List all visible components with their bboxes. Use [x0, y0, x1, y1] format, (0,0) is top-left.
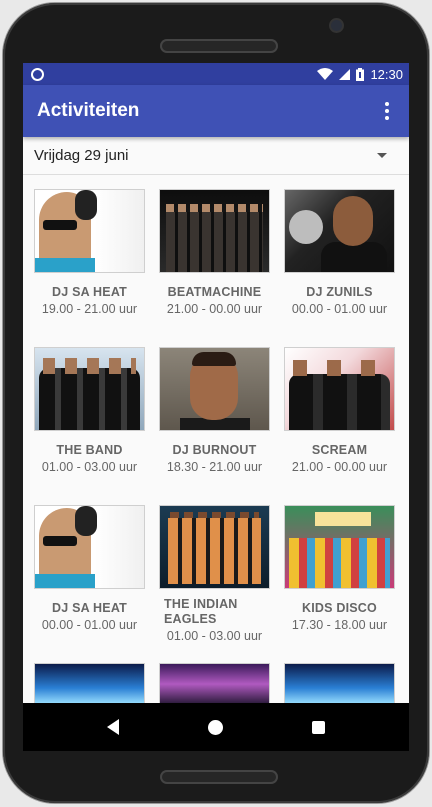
activity-name: DJ SA HEAT	[52, 601, 127, 615]
top-speaker	[160, 39, 278, 53]
activity-time: 18.30 - 21.00 uur	[166, 460, 263, 474]
activity-name: DJ ZUNILS	[306, 285, 373, 299]
activity-image	[284, 347, 395, 431]
activity-name: THE BAND	[56, 443, 123, 457]
wifi-icon	[317, 68, 334, 80]
nav-home-icon[interactable]	[207, 719, 223, 735]
date-selector[interactable]: Vrijdag 29 juni	[23, 137, 409, 175]
activity-image	[284, 505, 395, 589]
activity-time: 21.00 - 00.00 uur	[166, 302, 263, 316]
activity-card[interactable]: SCREAM 21.00 - 00.00 uur	[277, 347, 402, 505]
nav-recents-icon[interactable]	[311, 720, 325, 734]
arrow-drop-down-icon[interactable]	[377, 153, 387, 158]
activity-image	[159, 347, 270, 431]
activity-card[interactable]: THE BAND 01.00 - 03.00 uur	[27, 347, 152, 505]
date-selector-value: Vrijdag 29 juni	[34, 147, 129, 164]
activity-image	[159, 505, 270, 589]
activity-card[interactable]: BEATMACHINE 21.00 - 00.00 uur	[152, 189, 277, 347]
activity-name: SCREAM	[311, 443, 368, 457]
activity-image	[34, 189, 145, 273]
activity-name: DJ BURNOUT	[172, 443, 257, 457]
activity-card[interactable]: THE INDIAN EAGLES 01.00 - 03.00 uur	[152, 505, 277, 663]
activity-card[interactable]: DJ BURNOUT 18.30 - 21.00 uur	[152, 347, 277, 505]
app-screen: 12:30 Activiteiten Vrijdag 29 juni DJ SA…	[23, 63, 409, 751]
activity-time: 01.00 - 03.00 uur	[166, 629, 263, 643]
activity-image	[34, 347, 145, 431]
activity-image	[34, 505, 145, 589]
battery-icon	[356, 67, 365, 81]
app-bar: Activiteiten	[23, 85, 409, 137]
cell-signal-icon	[339, 68, 351, 80]
activity-card[interactable]: DJ SA HEAT 00.00 - 01.00 uur	[27, 505, 152, 663]
activity-time: 01.00 - 03.00 uur	[41, 460, 138, 474]
activity-time: 00.00 - 01.00 uur	[291, 302, 388, 316]
activity-time: 17.30 - 18.00 uur	[291, 618, 388, 632]
activity-name: DJ SA HEAT	[52, 285, 127, 299]
activity-time: 00.00 - 01.00 uur	[41, 618, 138, 632]
more-vert-icon[interactable]	[381, 98, 393, 124]
activity-image	[284, 189, 395, 273]
status-time: 12:30	[370, 66, 403, 82]
activity-card[interactable]: KIDS DISCO 17.30 - 18.00 uur	[277, 505, 402, 663]
activity-image	[159, 189, 270, 273]
camera-lens	[331, 20, 342, 31]
activity-time: 19.00 - 21.00 uur	[41, 302, 138, 316]
activity-card[interactable]: DJ SA HEAT 19.00 - 21.00 uur	[27, 189, 152, 347]
navigation-bar	[23, 703, 409, 751]
activity-time: 21.00 - 00.00 uur	[291, 460, 388, 474]
activity-image[interactable]	[159, 663, 270, 705]
activity-image[interactable]	[284, 663, 395, 705]
activity-name: THE INDIAN EAGLES	[164, 597, 238, 626]
activity-card[interactable]: DJ ZUNILS 00.00 - 01.00 uur	[277, 189, 402, 347]
activity-name: BEATMACHINE	[167, 285, 262, 299]
notification-circle-icon	[31, 67, 44, 81]
activity-name: KIDS DISCO	[302, 601, 377, 615]
status-bar: 12:30	[23, 63, 409, 85]
activity-grid: DJ SA HEAT 19.00 - 21.00 uur BEATMACHINE…	[23, 175, 409, 663]
activity-image[interactable]	[34, 663, 145, 705]
bottom-speaker	[160, 770, 278, 784]
nav-back-icon[interactable]	[107, 719, 120, 735]
app-title: Activiteiten	[37, 100, 140, 121]
activity-grid-next-row	[23, 663, 409, 705]
